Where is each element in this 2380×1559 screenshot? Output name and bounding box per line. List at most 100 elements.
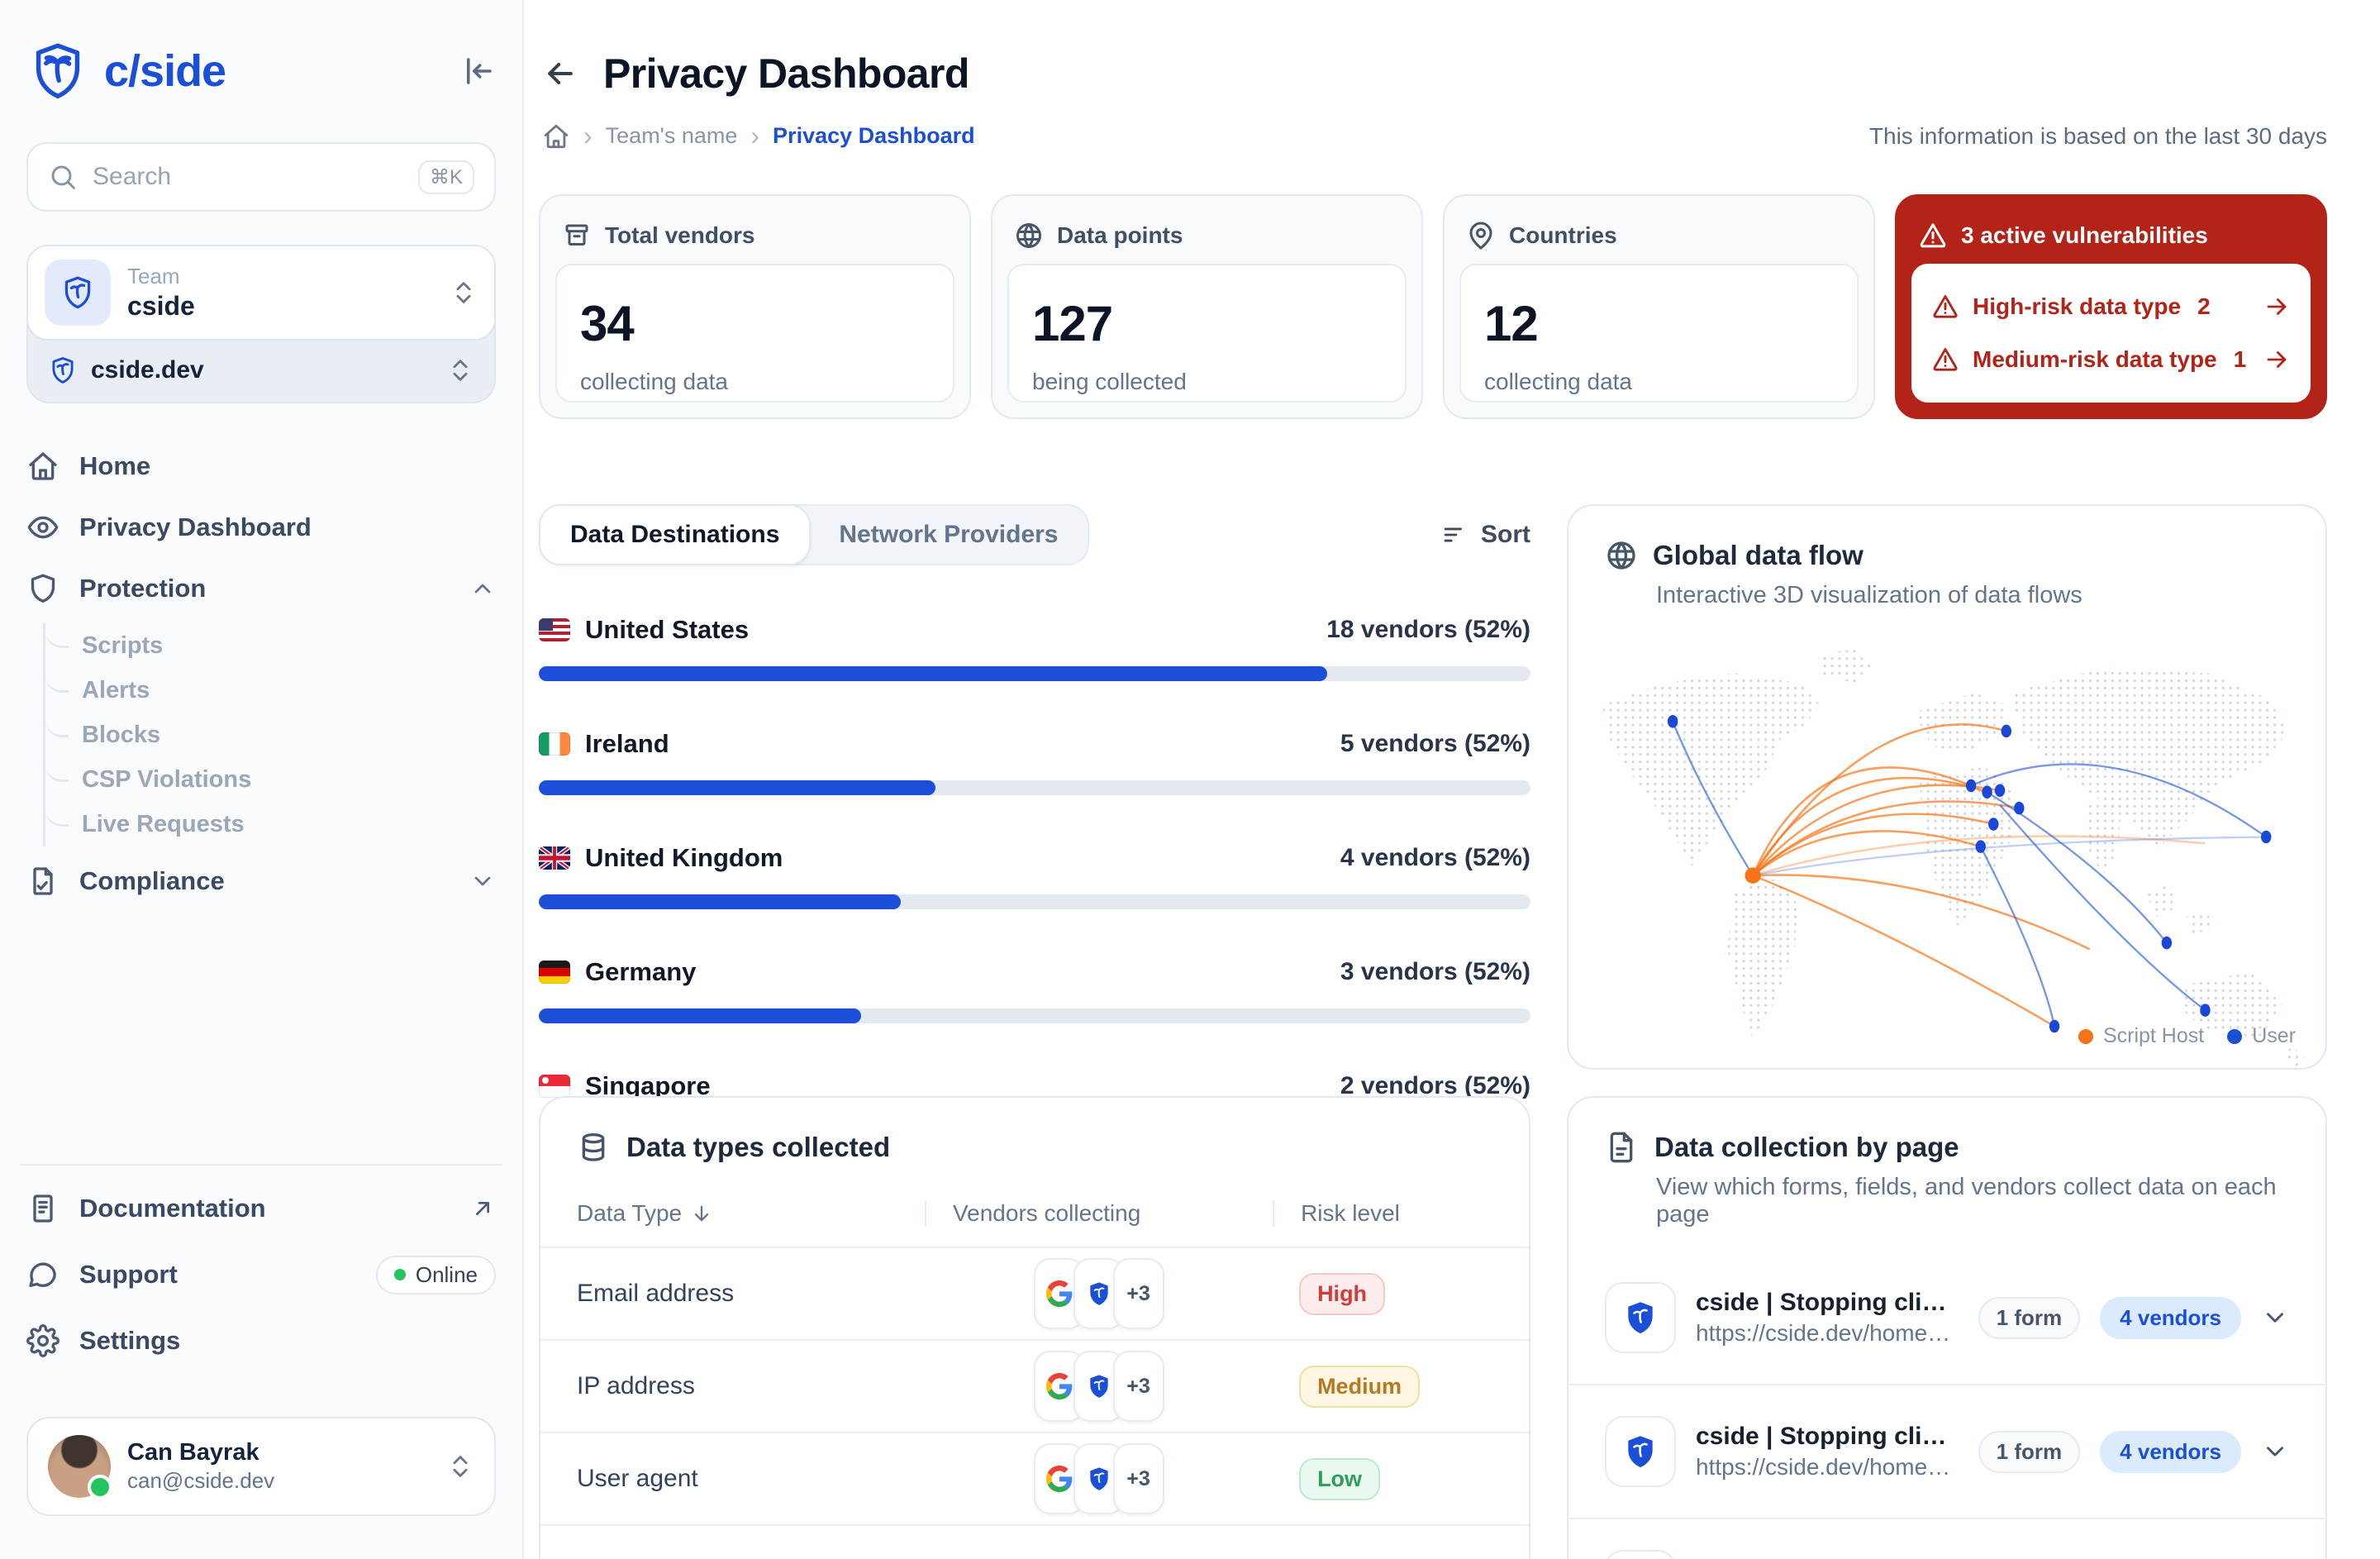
sidebar-item-csp-violations[interactable]: CSP Violations xyxy=(45,757,496,802)
workspace-switcher: Team cside cside.dev xyxy=(26,245,496,403)
sidebar-item-settings[interactable]: Settings xyxy=(26,1314,496,1367)
map-subtitle: Interactive 3D visualization of data flo… xyxy=(1568,572,2325,609)
sort-button[interactable]: Sort xyxy=(1440,521,1530,549)
arrow-right-icon[interactable] xyxy=(2263,293,2291,321)
sidebar-item-alerts[interactable]: Alerts xyxy=(45,668,496,713)
tree-connector xyxy=(45,669,69,693)
table-row-email-address[interactable]: Email address +3 xyxy=(540,1248,1529,1341)
more-vendors-pill[interactable]: +3 xyxy=(1113,1443,1164,1514)
site-selector[interactable]: cside.dev xyxy=(28,339,494,402)
pages-rows: cside | Stopping client-sid… https://csi… xyxy=(1568,1251,2325,1559)
sidebar-footer: Documentation Support Online xyxy=(26,1141,496,1380)
team-selector[interactable]: Team cside xyxy=(26,245,496,341)
team-avatar xyxy=(45,260,111,326)
tab-data-destinations[interactable]: Data Destinations xyxy=(539,504,811,565)
germany-flag-icon xyxy=(539,961,570,984)
online-dot xyxy=(394,1269,406,1280)
table-row-user-agent[interactable]: User agent +3 xyxy=(540,1433,1529,1526)
sidebar-item-privacy-dashboard[interactable]: Privacy Dashboard xyxy=(26,501,496,554)
sidebar-nav: Home Privacy Dashboard Protection xyxy=(26,440,496,908)
sidebar-item-live-requests[interactable]: Live Requests xyxy=(45,802,496,846)
destination-list: United States 18 vendors (52%) Ireland 5… xyxy=(539,615,1530,1137)
user-menu[interactable]: Can Bayrak can@cside.dev xyxy=(26,1417,496,1516)
stat-subtext: being collected xyxy=(1032,369,1382,395)
chevron-down-icon[interactable] xyxy=(2261,1437,2289,1466)
database-icon xyxy=(577,1131,610,1164)
avatar xyxy=(48,1435,111,1498)
stat-label: Total vendors xyxy=(605,222,755,249)
sidebar-collapse-icon[interactable] xyxy=(461,54,496,88)
progress-track xyxy=(539,1008,1530,1023)
forms-count-badge: 1 form xyxy=(1978,1431,2080,1473)
destinations-column: Data Destinations Network Providers Sort xyxy=(539,504,1530,1185)
sidebar-item-support[interactable]: Support Online xyxy=(26,1248,496,1301)
more-vendors-count: +3 xyxy=(1126,1282,1150,1306)
map-legend: Script Host User xyxy=(2078,1024,2296,1048)
shield-icon xyxy=(26,572,60,605)
stat-body: 12 collecting data xyxy=(1459,264,1859,403)
page-row[interactable]: cside | Stopping client-sid… https://csi… xyxy=(1568,1251,2325,1385)
vendors-count-badge[interactable]: 4 vendors xyxy=(2100,1431,2241,1473)
data-types-title: Data types collected xyxy=(626,1132,890,1163)
forms-count-badge: 1 form xyxy=(1978,1297,2080,1339)
world-map-visualization[interactable] xyxy=(1568,635,2325,1068)
page-texts: cside | Stopping client-sid… https://csi… xyxy=(1696,1423,1959,1480)
brand-logo[interactable]: c/side xyxy=(26,40,226,103)
sidebar-item-label: Protection xyxy=(79,574,450,603)
arrow-right-icon[interactable] xyxy=(2263,346,2291,374)
chevron-down-icon[interactable] xyxy=(2261,1304,2289,1332)
warning-triangle-icon xyxy=(1931,346,1959,374)
vulnerability-row-medium-risk[interactable]: Medium-risk data type 1 xyxy=(1931,333,2291,386)
singapore-flag-icon xyxy=(539,1075,570,1098)
warning-triangle-icon xyxy=(1931,293,1959,321)
tab-network-providers[interactable]: Network Providers xyxy=(809,506,1088,564)
site-shield-icon xyxy=(48,355,78,385)
progress-fill xyxy=(539,1008,861,1023)
page-url: https://cside.dev/homepage xyxy=(1696,1454,1959,1480)
sidebar-item-label: Blocks xyxy=(82,722,160,749)
user-email: can@cside.dev xyxy=(127,1468,430,1494)
file-check-icon xyxy=(26,865,60,898)
search-input[interactable]: Search ⌘K xyxy=(26,142,496,212)
sidebar-item-home[interactable]: Home xyxy=(26,440,496,493)
destination-country: Ireland xyxy=(585,729,1326,759)
column-data-type[interactable]: Data Type xyxy=(577,1200,925,1227)
page-row[interactable]: cside | Stopping client-sid… https://csi… xyxy=(1568,1519,2325,1559)
chat-bubble-icon xyxy=(26,1258,60,1291)
cside-shield-palm-icon xyxy=(26,40,89,103)
page-row[interactable]: cside | Stopping client-sid… https://csi… xyxy=(1568,1385,2325,1519)
sidebar-item-protection[interactable]: Protection xyxy=(26,562,496,615)
vulnerability-row-high-risk[interactable]: High-risk data type 2 xyxy=(1931,280,2291,333)
destination-row-united-kingdom[interactable]: United Kingdom 4 vendors (52%) xyxy=(539,843,1530,909)
destination-country: Germany xyxy=(585,957,1326,987)
sidebar-item-blocks[interactable]: Blocks xyxy=(45,713,496,757)
progress-fill xyxy=(539,666,1327,681)
column-vendors-collecting[interactable]: Vendors collecting xyxy=(925,1200,1273,1227)
chevrons-up-down-icon xyxy=(446,1452,474,1480)
column-risk-level[interactable]: Risk level xyxy=(1273,1200,1492,1227)
divider xyxy=(20,1164,502,1166)
breadcrumb-current[interactable]: Privacy Dashboard xyxy=(773,123,975,149)
stat-card-countries: Countries 12 collecting data xyxy=(1443,194,1875,419)
more-vendors-pill[interactable]: +3 xyxy=(1113,1258,1164,1329)
destination-stat: 18 vendors (52%) xyxy=(1326,616,1530,644)
destination-row-united-states[interactable]: United States 18 vendors (52%) xyxy=(539,615,1530,681)
breadcrumb-team[interactable]: Team's name xyxy=(606,123,738,149)
sidebar-item-scripts[interactable]: Scripts xyxy=(45,623,496,668)
script-host-legend-dot xyxy=(2078,1029,2093,1044)
vendors-count-badge[interactable]: 4 vendors xyxy=(2100,1297,2241,1339)
destination-row-ireland[interactable]: Ireland 5 vendors (52%) xyxy=(539,729,1530,795)
team-label: Team xyxy=(127,264,433,289)
sidebar-item-label: CSP Violations xyxy=(82,766,251,794)
destination-row-germany[interactable]: Germany 3 vendors (52%) xyxy=(539,957,1530,1023)
sidebar-item-compliance[interactable]: Compliance xyxy=(26,855,496,908)
home-icon[interactable] xyxy=(542,122,570,150)
sidebar-item-documentation[interactable]: Documentation xyxy=(26,1182,496,1235)
map-column: Global data flow Interactive 3D visualiz… xyxy=(1567,504,2327,1185)
more-vendors-pill[interactable]: +3 xyxy=(1113,1351,1164,1422)
stat-header: Countries xyxy=(1459,211,1859,264)
back-arrow-icon[interactable] xyxy=(542,55,578,92)
table-row-ip-address[interactable]: IP address +3 xyxy=(540,1341,1529,1433)
more-vendors-count: +3 xyxy=(1126,1375,1150,1399)
breadcrumb-row: › Team's name › Privacy Dashboard This i… xyxy=(542,121,2327,151)
